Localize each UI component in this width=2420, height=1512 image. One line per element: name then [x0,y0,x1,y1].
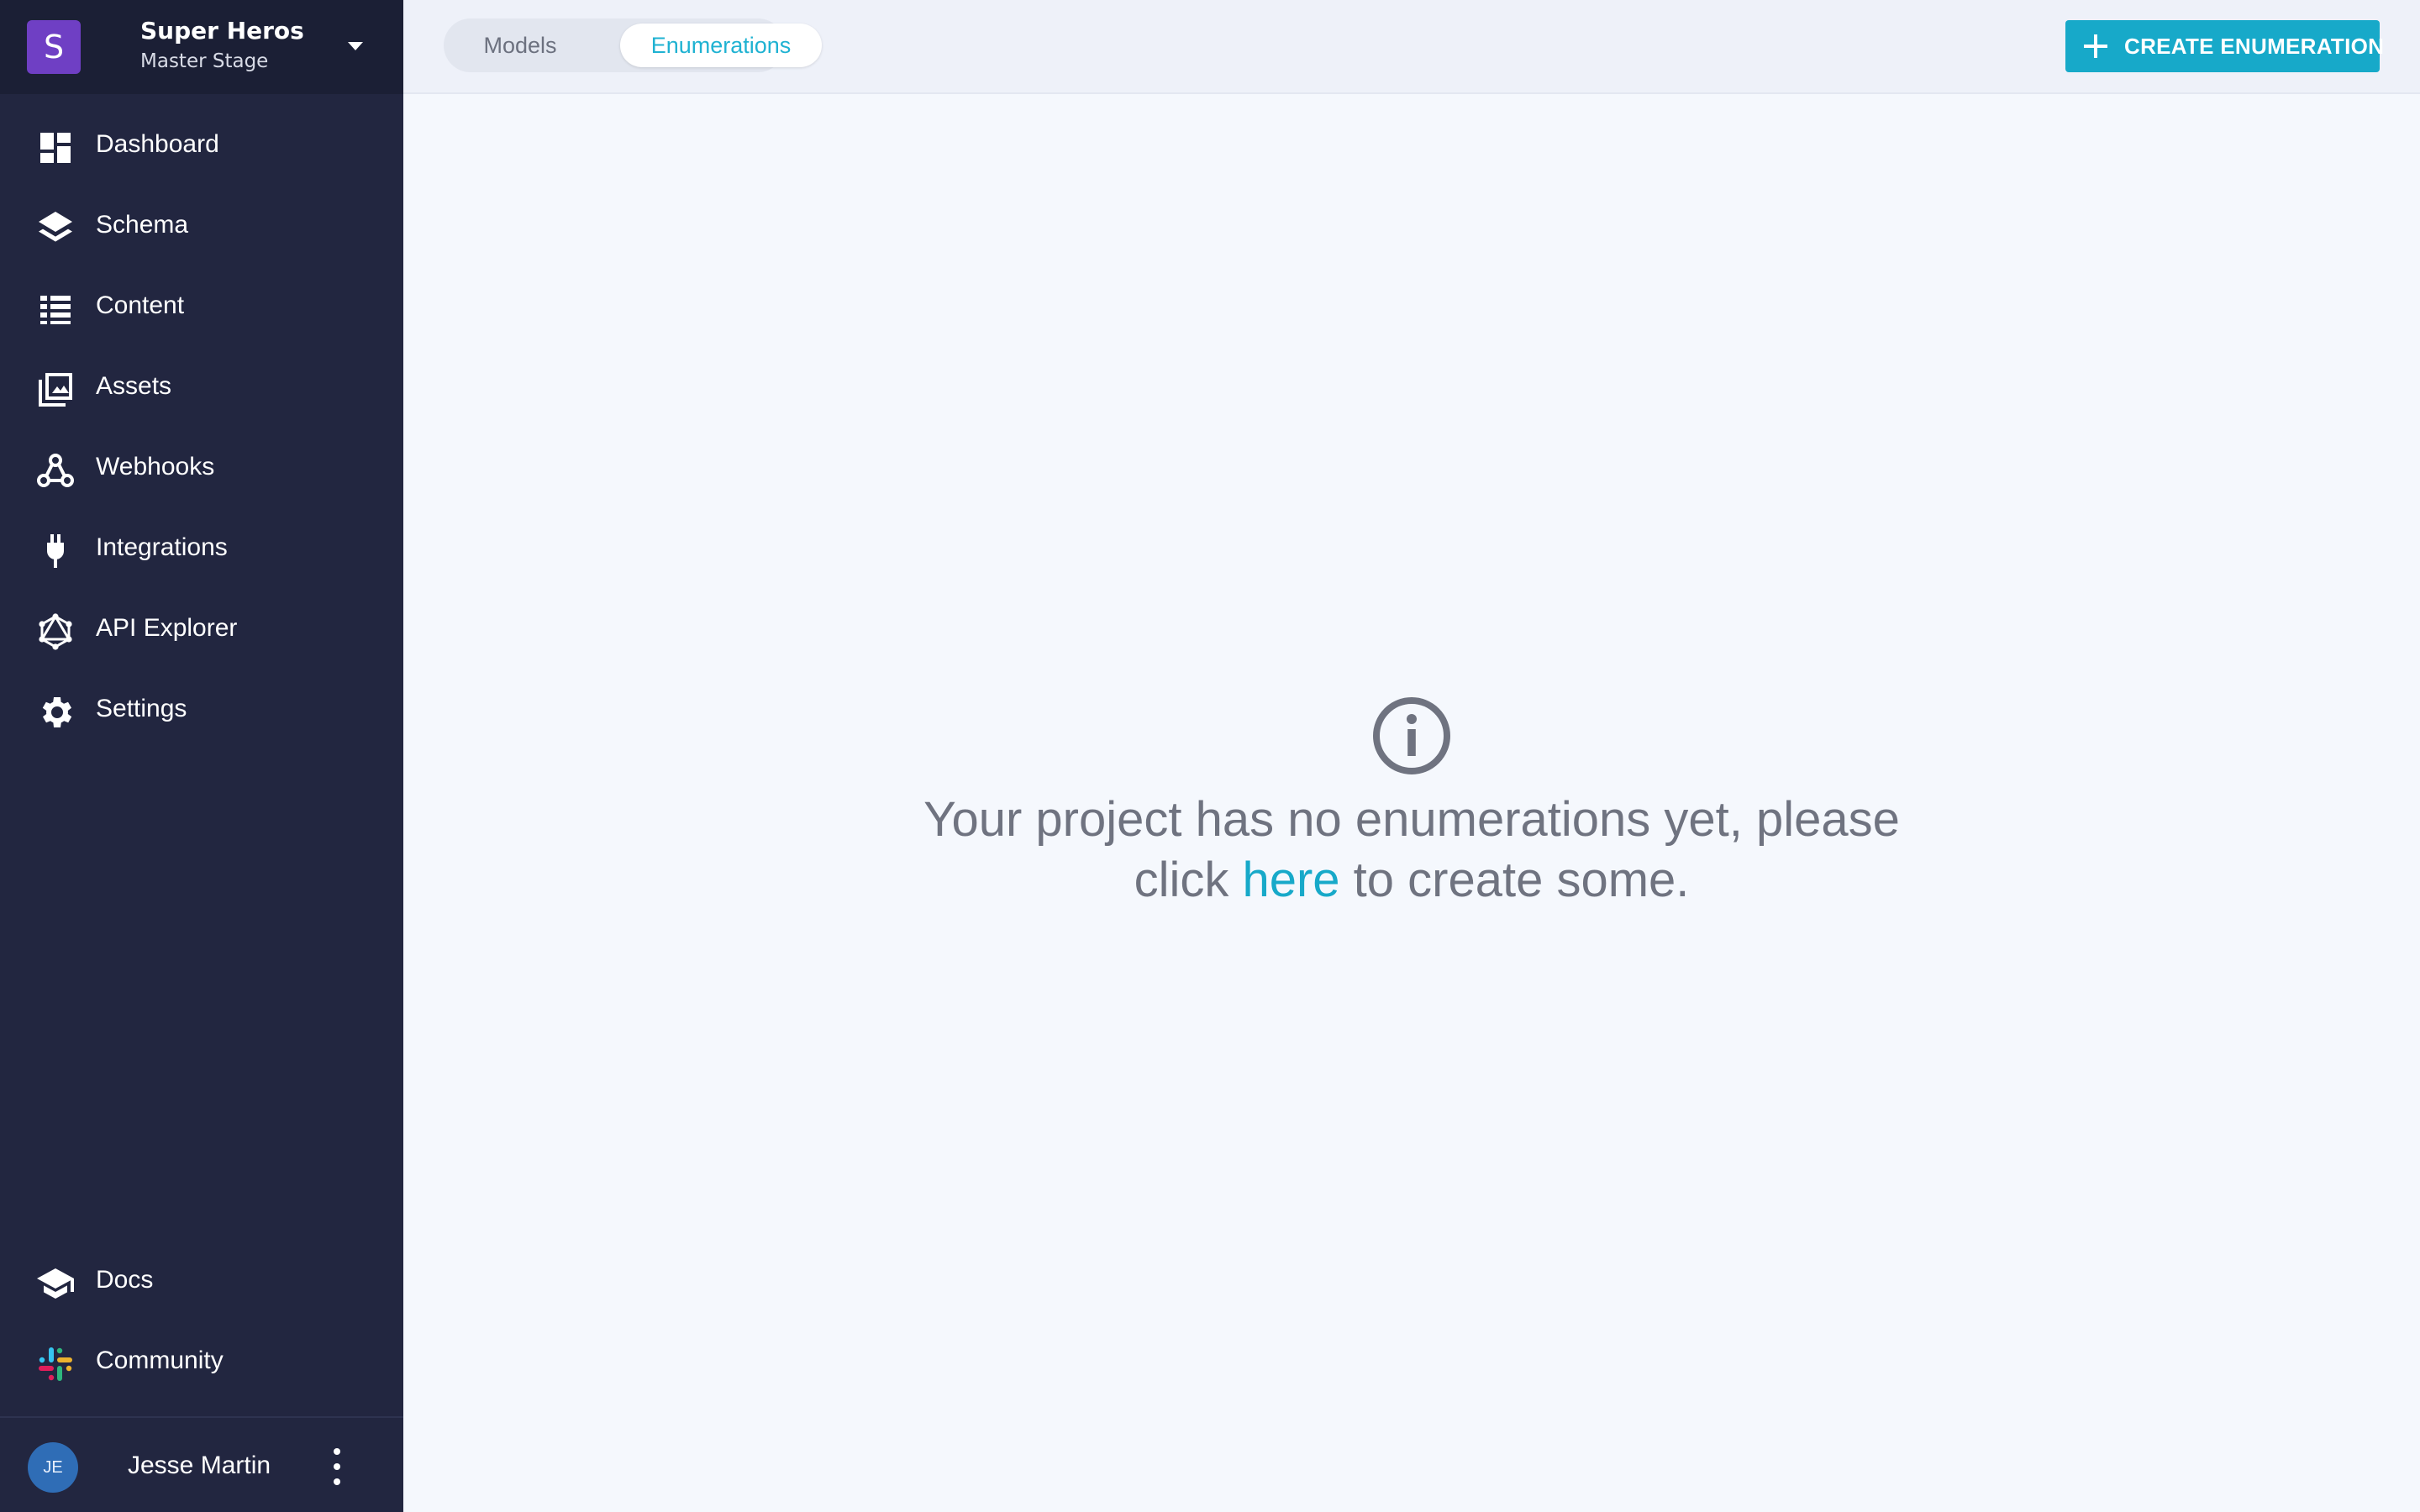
gear-icon [35,692,76,732]
sidebar-item-label: Dashboard [96,130,219,158]
view-tabs: Models Enumerations [444,18,822,72]
sidebar-item-api-explorer[interactable]: API Explorer [0,591,403,672]
caret-down-icon[interactable] [348,42,363,50]
sidebar-item-content[interactable]: Content [0,269,403,349]
sidebar-item-dashboard[interactable]: Dashboard [0,108,403,188]
avatar[interactable]: JE [28,1442,78,1493]
sidebar-item-label: Schema [96,211,189,239]
create-enumeration-button[interactable]: CREATE ENUMERATION [2065,20,2384,72]
project-switcher[interactable]: S Super Heros Master Stage [0,0,403,94]
images-icon [35,370,76,410]
plus-icon [2084,34,2107,58]
user-name: Jesse Martin [128,1452,271,1479]
sidebar-item-label: Integrations [96,533,228,561]
sidebar-item-label: Content [96,291,185,319]
project-stage: Master Stage [140,50,269,72]
project-avatar: S [27,20,81,74]
sidebar-item-assets[interactable]: Assets [0,349,403,430]
tab-models[interactable]: Models [449,24,592,67]
webhook-icon [35,450,76,491]
dashboard-icon [35,128,76,168]
empty-state: Your project has no enumerations yet, pl… [403,689,2420,924]
sidebar: S Super Heros Master Stage Dashboard Sch… [0,0,403,1512]
project-name: Super Heros [140,17,304,45]
sidebar-item-label: Assets [96,372,172,400]
sidebar-divider [0,1416,403,1418]
empty-state-message: Your project has no enumerations yet, pl… [823,790,2000,911]
list-icon [35,289,76,329]
slack-icon [35,1344,76,1384]
topbar: Models Enumerations CREATE ENUMERATION [403,0,2420,94]
empty-state-line-1: Your project has no enumerations yet, pl… [923,792,1900,847]
create-here-link[interactable]: here [1242,853,1339,907]
layers-icon [35,208,76,249]
empty-state-suffix: to create some. [1339,853,1690,907]
info-icon [1371,696,1452,776]
sidebar-item-label: API Explorer [96,614,238,642]
tab-enumerations[interactable]: Enumerations [620,24,822,67]
empty-state-prefix: click [1134,853,1243,907]
sidebar-item-webhooks[interactable]: Webhooks [0,430,403,511]
user-profile[interactable]: JE Jesse Martin [0,1420,403,1512]
graphql-icon [35,612,76,652]
sidebar-item-settings[interactable]: Settings [0,672,403,753]
sidebar-item-label: Webhooks [96,453,215,480]
sidebar-item-integrations[interactable]: Integrations [0,511,403,591]
sidebar-item-community[interactable]: Community [0,1324,403,1404]
graduation-cap-icon [35,1263,76,1304]
plug-icon [35,531,76,571]
create-enumeration-label: CREATE ENUMERATION [2124,34,2385,59]
sidebar-item-label: Community [96,1347,224,1374]
more-vertical-icon[interactable] [324,1441,350,1492]
sidebar-item-label: Docs [96,1266,154,1294]
sidebar-item-label: Settings [96,695,187,722]
sidebar-item-docs[interactable]: Docs [0,1243,403,1324]
sidebar-item-schema[interactable]: Schema [0,188,403,269]
